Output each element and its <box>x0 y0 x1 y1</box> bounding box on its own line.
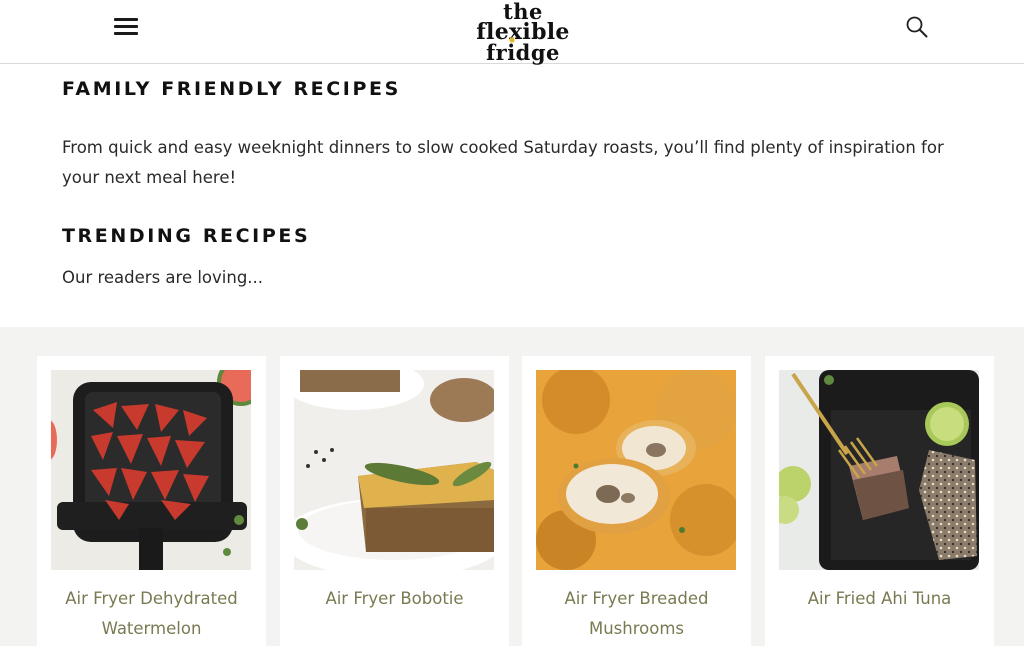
recipe-card[interactable]: Air Fryer Breaded Mushrooms <box>522 356 751 656</box>
logo-line-3: fridge <box>486 40 560 65</box>
recipe-card[interactable]: Air Fryer Bobotie <box>280 356 509 656</box>
trending-heading: TRENDING RECIPES <box>62 225 311 247</box>
recipe-image-tuna[interactable] <box>779 370 979 570</box>
logo-dot <box>509 37 515 43</box>
site-header: the flexible fridge <box>0 0 1024 64</box>
hamburger-menu-icon[interactable] <box>112 15 140 37</box>
recipe-card[interactable]: Air Fryer Dehydrated Watermelon <box>37 356 266 656</box>
intro-text: From quick and easy weeknight dinners to… <box>62 138 944 187</box>
recipe-gallery: Air Fryer Dehydrated Watermelon Air Frye… <box>0 327 1024 656</box>
page-heading: FAMILY FRIENDLY RECIPES <box>62 78 401 100</box>
recipe-title-link[interactable]: Air Fryer Dehydrated Watermelon <box>47 584 256 644</box>
recipe-card[interactable]: Air Fried Ahi Tuna <box>765 356 994 656</box>
recipe-image-mushrooms[interactable] <box>536 370 736 570</box>
recipe-image-watermelon[interactable] <box>51 370 251 570</box>
recipe-title-link[interactable]: Air Fryer Bobotie <box>290 584 499 614</box>
recipe-image-bobotie[interactable] <box>294 370 494 570</box>
trending-subtext: Our readers are loving... <box>62 268 264 287</box>
recipe-title-link[interactable]: Air Fried Ahi Tuna <box>775 584 984 614</box>
site-logo[interactable]: the flexible fridge <box>467 0 579 64</box>
recipe-title-link[interactable]: Air Fryer Breaded Mushrooms <box>532 584 741 644</box>
search-icon[interactable] <box>905 15 929 39</box>
